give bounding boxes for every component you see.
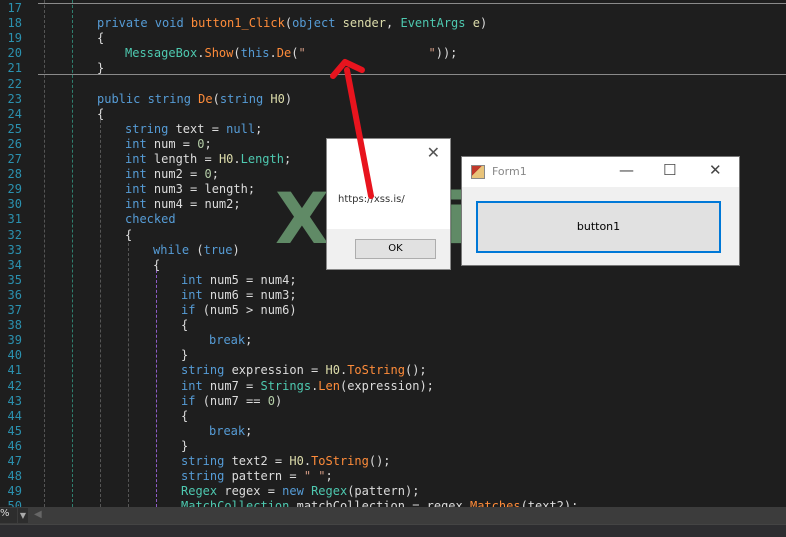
editor-status-bar: % ▼ ◀: [0, 507, 786, 524]
bottom-panel: [0, 524, 786, 537]
scroll-left-icon[interactable]: ◀: [34, 509, 42, 520]
red-arrow-annotation: [330, 59, 374, 199]
chevron-down-icon[interactable]: ▼: [18, 508, 28, 523]
zoom-level[interactable]: %: [0, 508, 17, 523]
